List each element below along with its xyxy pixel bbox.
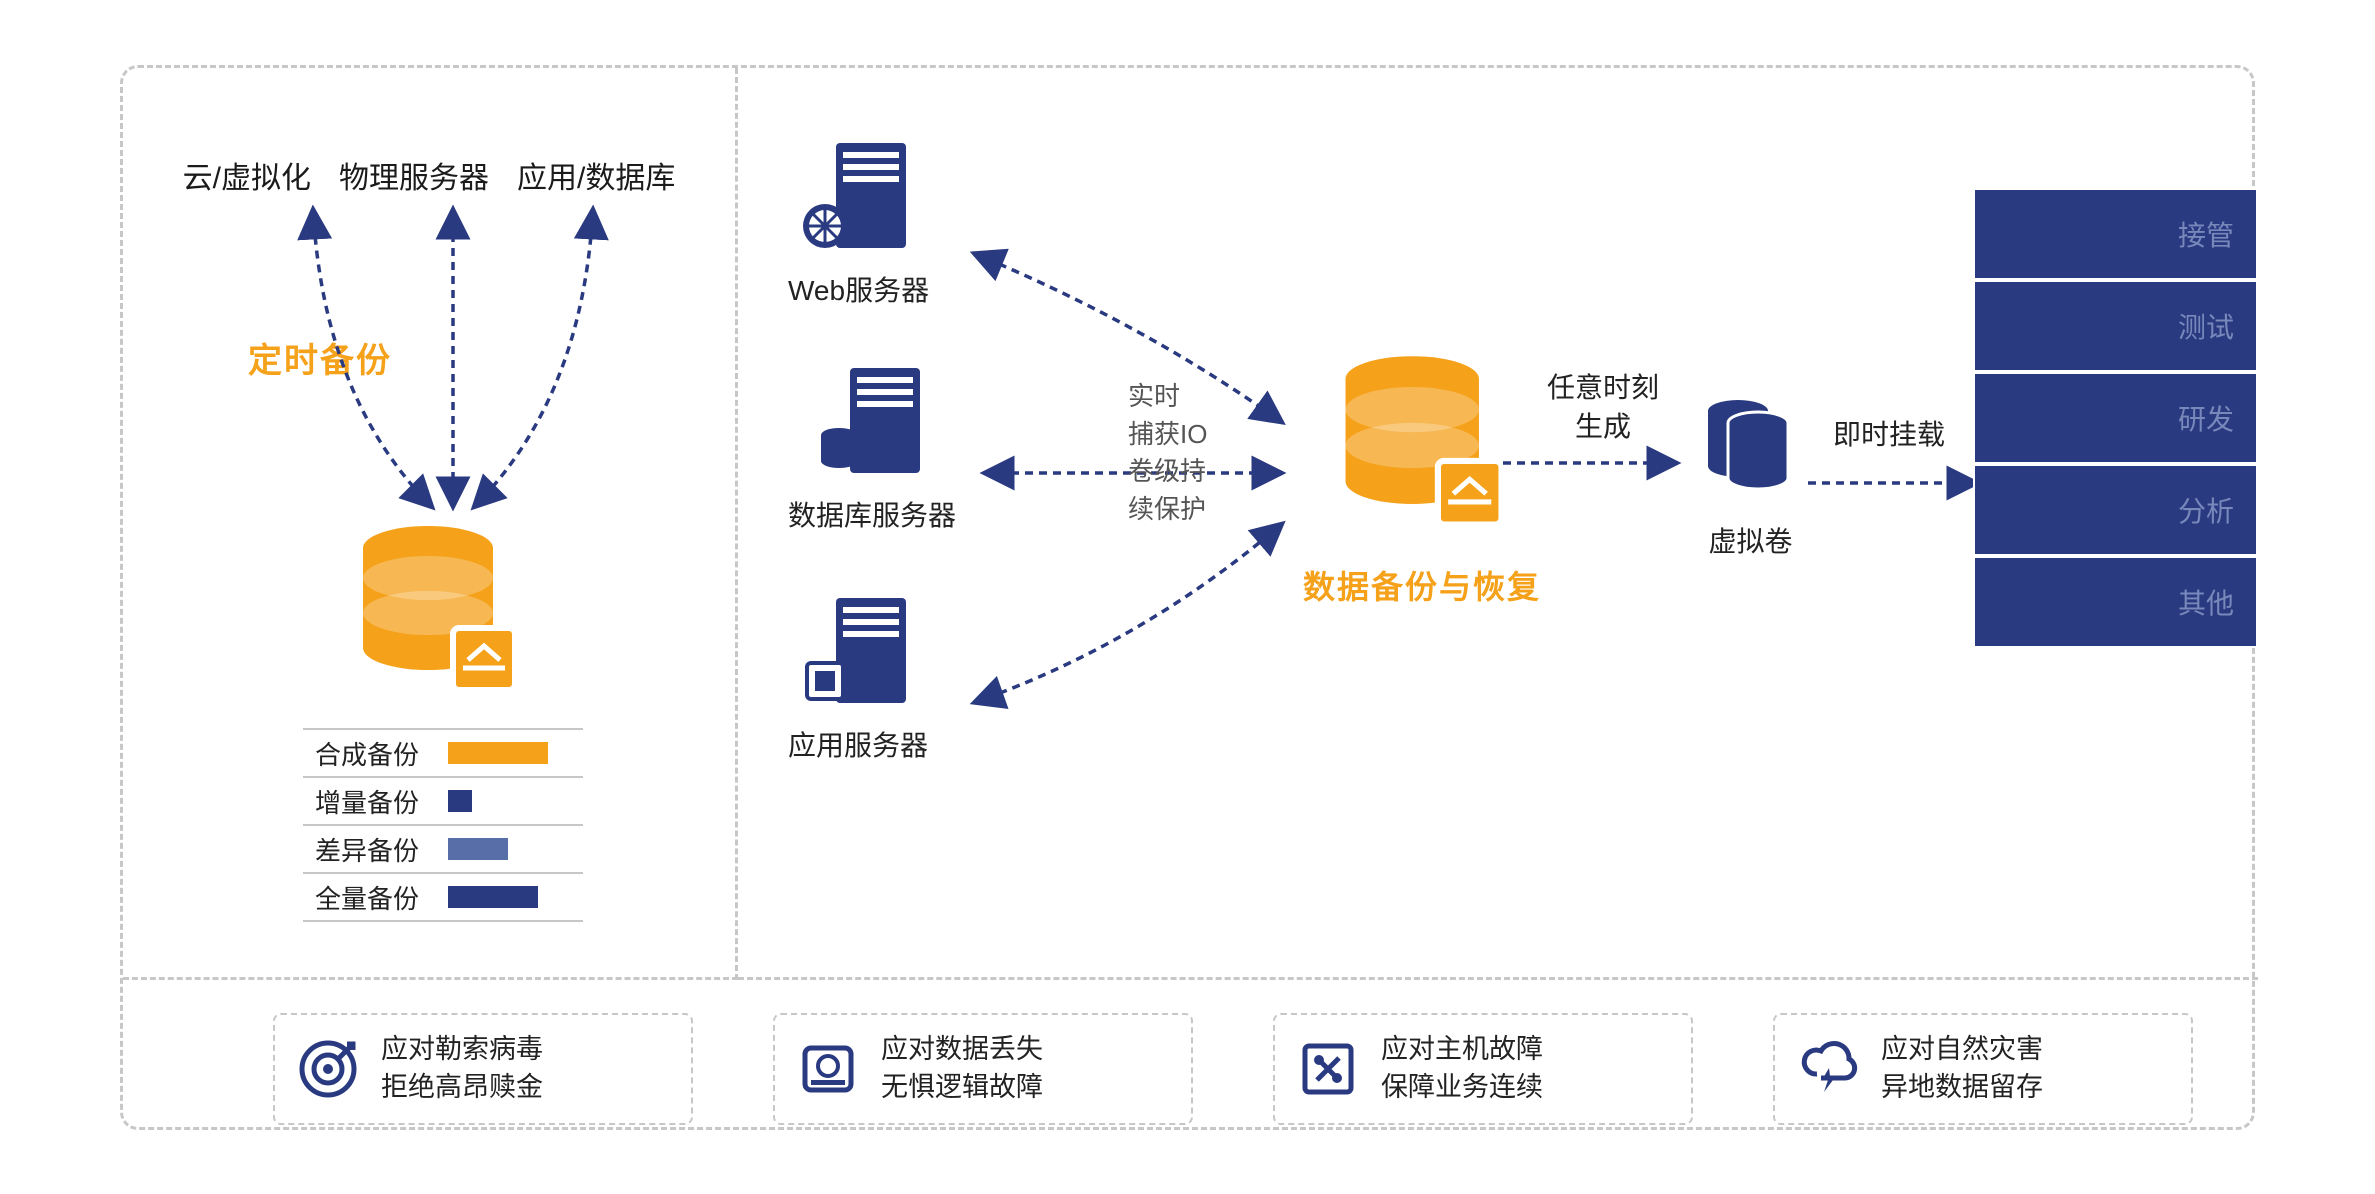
db-server: 数据库服务器 — [788, 363, 956, 534]
legend-row-differential: 差异备份 — [303, 826, 583, 874]
scheduled-backup-section: 云/虚拟化 物理服务器 应用/数据库 定时备份 合成备份 增量备份 差异备份 全… — [123, 68, 738, 980]
instant-mount-text: 即时挂载 — [1833, 413, 1945, 453]
target-icon — [297, 1038, 359, 1100]
tools-icon — [1297, 1038, 1359, 1100]
legend-bar — [448, 742, 548, 764]
diagram-frame: 云/虚拟化 物理服务器 应用/数据库 定时备份 合成备份 增量备份 差异备份 全… — [120, 65, 2255, 1130]
legend-bar — [448, 886, 538, 908]
feature-natural-disaster: 应对自然灾害异地数据留存 — [1773, 1013, 2193, 1125]
server-icon — [801, 138, 916, 258]
hdd-icon — [797, 1038, 859, 1100]
target-test: 测试 — [1973, 280, 2258, 372]
web-server: Web服务器 — [788, 138, 929, 309]
cloud-lightning-icon — [1797, 1038, 1859, 1100]
legend-row-full: 全量备份 — [303, 874, 583, 922]
source-physical: 物理服务器 — [339, 153, 489, 197]
target-dev: 研发 — [1973, 372, 2258, 464]
app-server: 应用服务器 — [788, 593, 928, 764]
target-analysis: 分析 — [1973, 464, 2258, 556]
arrow-to-targets — [1803, 463, 1988, 503]
server-icon — [815, 363, 930, 483]
cdp-section: Web服务器 数据库服务器 应用服务器 实时 — [738, 68, 2258, 980]
source-app-db: 应用/数据库 — [517, 153, 675, 197]
server-icon — [801, 593, 916, 713]
feature-data-loss: 应对数据丢失无惧逻辑故障 — [773, 1013, 1193, 1125]
legend-bar — [448, 790, 472, 812]
backup-database-icon — [348, 518, 528, 708]
fanout-arrows — [283, 198, 623, 518]
source-cloud: 云/虚拟化 — [183, 153, 311, 197]
backup-database-icon — [1330, 348, 1515, 543]
backup-type-legend: 合成备份 增量备份 差异备份 全量备份 — [303, 728, 583, 922]
virtual-volume: 虚拟卷 — [1703, 393, 1798, 560]
target-grid: 接管 测试 研发 分析 其他 — [1973, 188, 2258, 648]
arrow-to-volume — [1498, 443, 1688, 483]
target-takeover: 接管 — [1973, 188, 2258, 280]
legend-row-incremental: 增量备份 — [303, 778, 583, 826]
source-labels: 云/虚拟化 物理服务器 应用/数据库 — [123, 153, 735, 197]
target-other: 其他 — [1973, 556, 2258, 648]
feature-ransomware: 应对勒索病毒拒绝高昂赎金 — [273, 1013, 693, 1125]
volume-icon — [1703, 393, 1798, 503]
legend-row-synthetic: 合成备份 — [303, 730, 583, 778]
cdp-description: 实时 捕获IO 卷级持 续保护 — [1128, 378, 1258, 529]
anytime-generate-text: 任意时刻生成 — [1543, 368, 1663, 446]
feature-host-failure: 应对主机故障保障业务连续 — [1273, 1013, 1693, 1125]
legend-bar — [448, 838, 508, 860]
